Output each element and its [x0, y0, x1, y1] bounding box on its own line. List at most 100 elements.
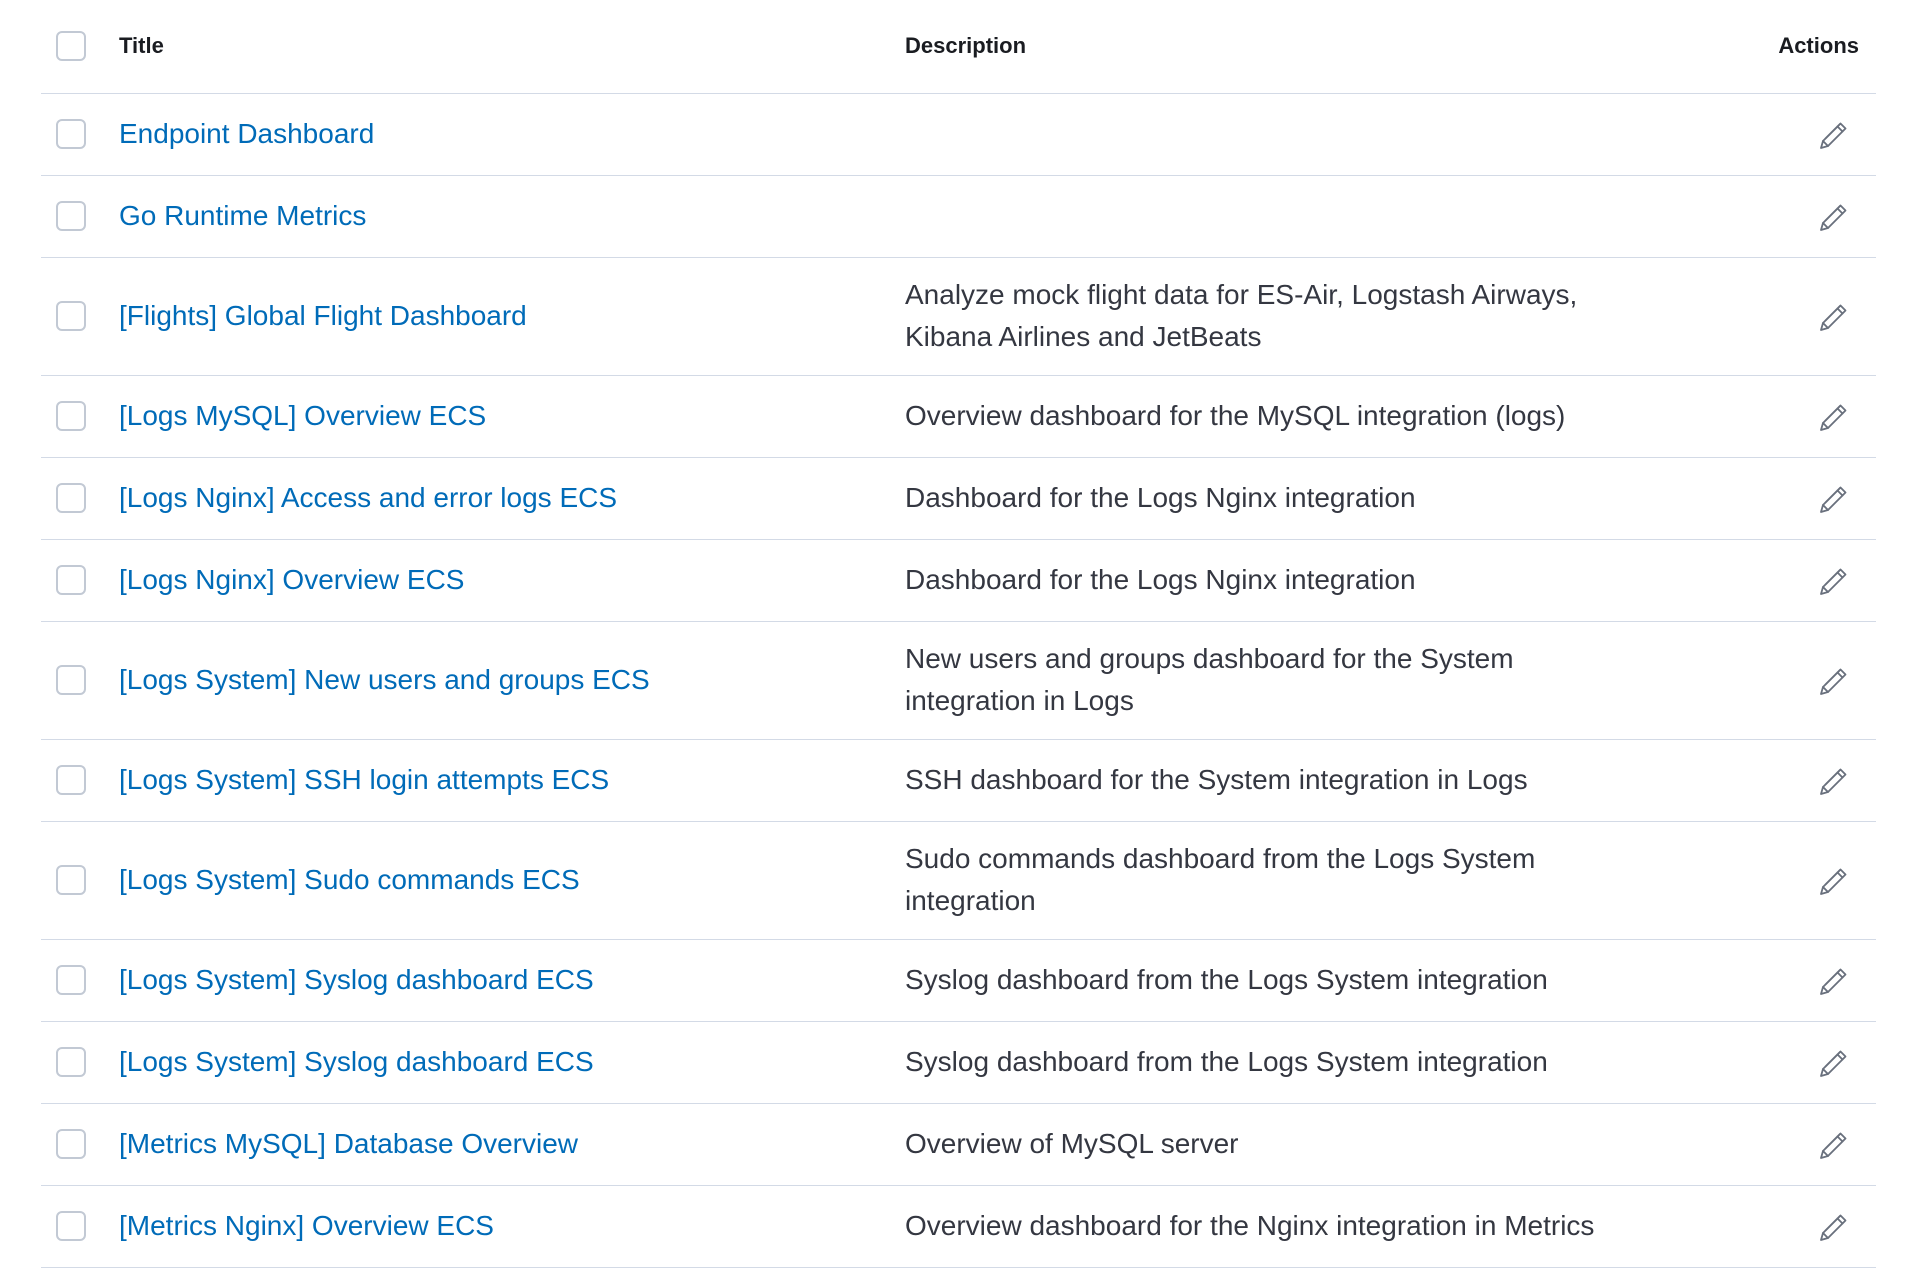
description-cell [905, 93, 1655, 176]
row-select-cell [41, 257, 119, 376]
pencil-icon [1820, 968, 1847, 995]
edit-button[interactable] [1816, 765, 1850, 799]
row-select-cell [41, 375, 119, 458]
edit-button[interactable] [1816, 1129, 1850, 1163]
description-cell: Dashboard for the Logs Nginx integration [905, 539, 1655, 622]
pencil-icon [1820, 404, 1847, 431]
description-cell: New users and groups dashboard for the S… [905, 621, 1655, 740]
edit-button[interactable] [1816, 201, 1850, 235]
edit-button[interactable] [1816, 965, 1850, 999]
table-row: [Logs Nginx] Overview ECS Dashboard for … [41, 539, 1876, 622]
row-select-cell [41, 539, 119, 622]
select-all-checkbox[interactable] [56, 31, 86, 62]
row-checkbox[interactable] [56, 665, 86, 695]
dashboard-title-link[interactable]: [Logs Nginx] Access and error logs ECS [119, 482, 617, 513]
pencil-icon [1820, 122, 1847, 149]
description-cell: Syslog dashboard from the Logs System in… [905, 939, 1655, 1022]
edit-button[interactable] [1816, 1047, 1850, 1081]
row-checkbox[interactable] [56, 401, 86, 431]
row-checkbox[interactable] [56, 865, 86, 895]
description-cell: Overview dashboard for the MySQL integra… [905, 375, 1655, 458]
dashboard-title-link[interactable]: [Metrics Nginx] Overview ECS [119, 1210, 494, 1241]
table-row: [Logs System] New users and groups ECS N… [41, 621, 1876, 740]
pencil-icon [1820, 1214, 1847, 1241]
pencil-icon [1820, 204, 1847, 231]
select-all-cell [41, 0, 119, 94]
dashboard-title-link[interactable]: [Logs Nginx] Overview ECS [119, 564, 464, 595]
row-select-cell [41, 1103, 119, 1186]
row-select-cell [41, 739, 119, 822]
dashboard-title-link[interactable]: [Logs System] Sudo commands ECS [119, 864, 580, 895]
actions-cell [1655, 739, 1876, 822]
title-cell: [Logs Nginx] Access and error logs ECS [119, 457, 905, 540]
actions-cell [1655, 375, 1876, 458]
dashboard-title-link[interactable]: [Logs System] Syslog dashboard ECS [119, 1046, 594, 1077]
row-select-cell [41, 457, 119, 540]
title-cell: [Metrics MySQL] Database Overview [119, 1103, 905, 1186]
dashboard-title-link[interactable]: [Logs System] New users and groups ECS [119, 664, 650, 695]
row-select-cell [41, 939, 119, 1022]
title-cell: [Metrics Nginx] Overview ECS [119, 1185, 905, 1268]
table-row: [Logs System] Syslog dashboard ECS Syslo… [41, 1021, 1876, 1104]
description-cell: Dashboard for the Logs Nginx integration [905, 457, 1655, 540]
dashboard-title-link[interactable]: [Flights] Global Flight Dashboard [119, 300, 527, 331]
table-body: Endpoint Dashboard Go Runtime Metrics [F… [41, 93, 1876, 1268]
table-row: [Logs System] Sudo commands ECS Sudo com… [41, 821, 1876, 940]
row-checkbox[interactable] [56, 765, 86, 795]
title-cell: Go Runtime Metrics [119, 175, 905, 258]
row-checkbox[interactable] [56, 1211, 86, 1241]
column-header-title[interactable]: Title [119, 0, 905, 94]
table-row: [Logs System] Syslog dashboard ECS Syslo… [41, 939, 1876, 1022]
row-checkbox[interactable] [56, 1129, 86, 1159]
pencil-icon [1820, 668, 1847, 695]
description-cell: Overview of MySQL server [905, 1103, 1655, 1186]
actions-cell [1655, 539, 1876, 622]
row-checkbox[interactable] [56, 565, 86, 595]
actions-cell [1655, 939, 1876, 1022]
edit-button[interactable] [1816, 301, 1850, 335]
table-row: [Metrics MySQL] Database Overview Overvi… [41, 1103, 1876, 1186]
table-row: [Flights] Global Flight Dashboard Analyz… [41, 257, 1876, 376]
actions-cell [1655, 1103, 1876, 1186]
dashboard-title-link[interactable]: Endpoint Dashboard [119, 118, 374, 149]
row-checkbox[interactable] [56, 301, 86, 331]
description-cell: Syslog dashboard from the Logs System in… [905, 1021, 1655, 1104]
dashboard-title-link[interactable]: [Metrics MySQL] Database Overview [119, 1128, 578, 1159]
dashboard-title-link[interactable]: Go Runtime Metrics [119, 200, 366, 231]
dashboard-title-link[interactable]: [Logs MySQL] Overview ECS [119, 400, 486, 431]
edit-button[interactable] [1816, 1211, 1850, 1245]
row-checkbox[interactable] [56, 965, 86, 995]
description-cell: Analyze mock flight data for ES-Air, Log… [905, 257, 1655, 376]
edit-button[interactable] [1816, 565, 1850, 599]
description-cell: SSH dashboard for the System integration… [905, 739, 1655, 822]
row-checkbox[interactable] [56, 1047, 86, 1077]
dashboard-title-link[interactable]: [Logs System] Syslog dashboard ECS [119, 964, 594, 995]
description-cell: Overview dashboard for the Nginx integra… [905, 1185, 1655, 1268]
column-header-description: Description [905, 0, 1655, 94]
title-cell: [Logs System] Sudo commands ECS [119, 821, 905, 940]
edit-button[interactable] [1816, 401, 1850, 435]
table-row: Go Runtime Metrics [41, 175, 1876, 258]
pencil-icon [1820, 868, 1847, 895]
actions-cell [1655, 1185, 1876, 1268]
edit-button[interactable] [1816, 665, 1850, 699]
table-row: [Logs Nginx] Access and error logs ECS D… [41, 457, 1876, 540]
row-checkbox[interactable] [56, 119, 86, 149]
dashboards-table: Title Description Actions Endpoint Dashb… [41, 0, 1876, 1268]
title-cell: [Logs System] New users and groups ECS [119, 621, 905, 740]
title-cell: [Logs System] Syslog dashboard ECS [119, 1021, 905, 1104]
pencil-icon [1820, 486, 1847, 513]
table-row: [Logs MySQL] Overview ECS Overview dashb… [41, 375, 1876, 458]
title-cell: [Logs System] Syslog dashboard ECS [119, 939, 905, 1022]
column-header-actions: Actions [1655, 0, 1876, 94]
row-select-cell [41, 621, 119, 740]
dashboards-table-container: Title Description Actions Endpoint Dashb… [41, 0, 1876, 1268]
edit-button[interactable] [1816, 865, 1850, 899]
edit-button[interactable] [1816, 119, 1850, 153]
row-checkbox[interactable] [56, 483, 86, 513]
title-cell: Endpoint Dashboard [119, 93, 905, 176]
edit-button[interactable] [1816, 483, 1850, 517]
pencil-icon [1820, 568, 1847, 595]
dashboard-title-link[interactable]: [Logs System] SSH login attempts ECS [119, 764, 609, 795]
row-checkbox[interactable] [56, 201, 86, 231]
